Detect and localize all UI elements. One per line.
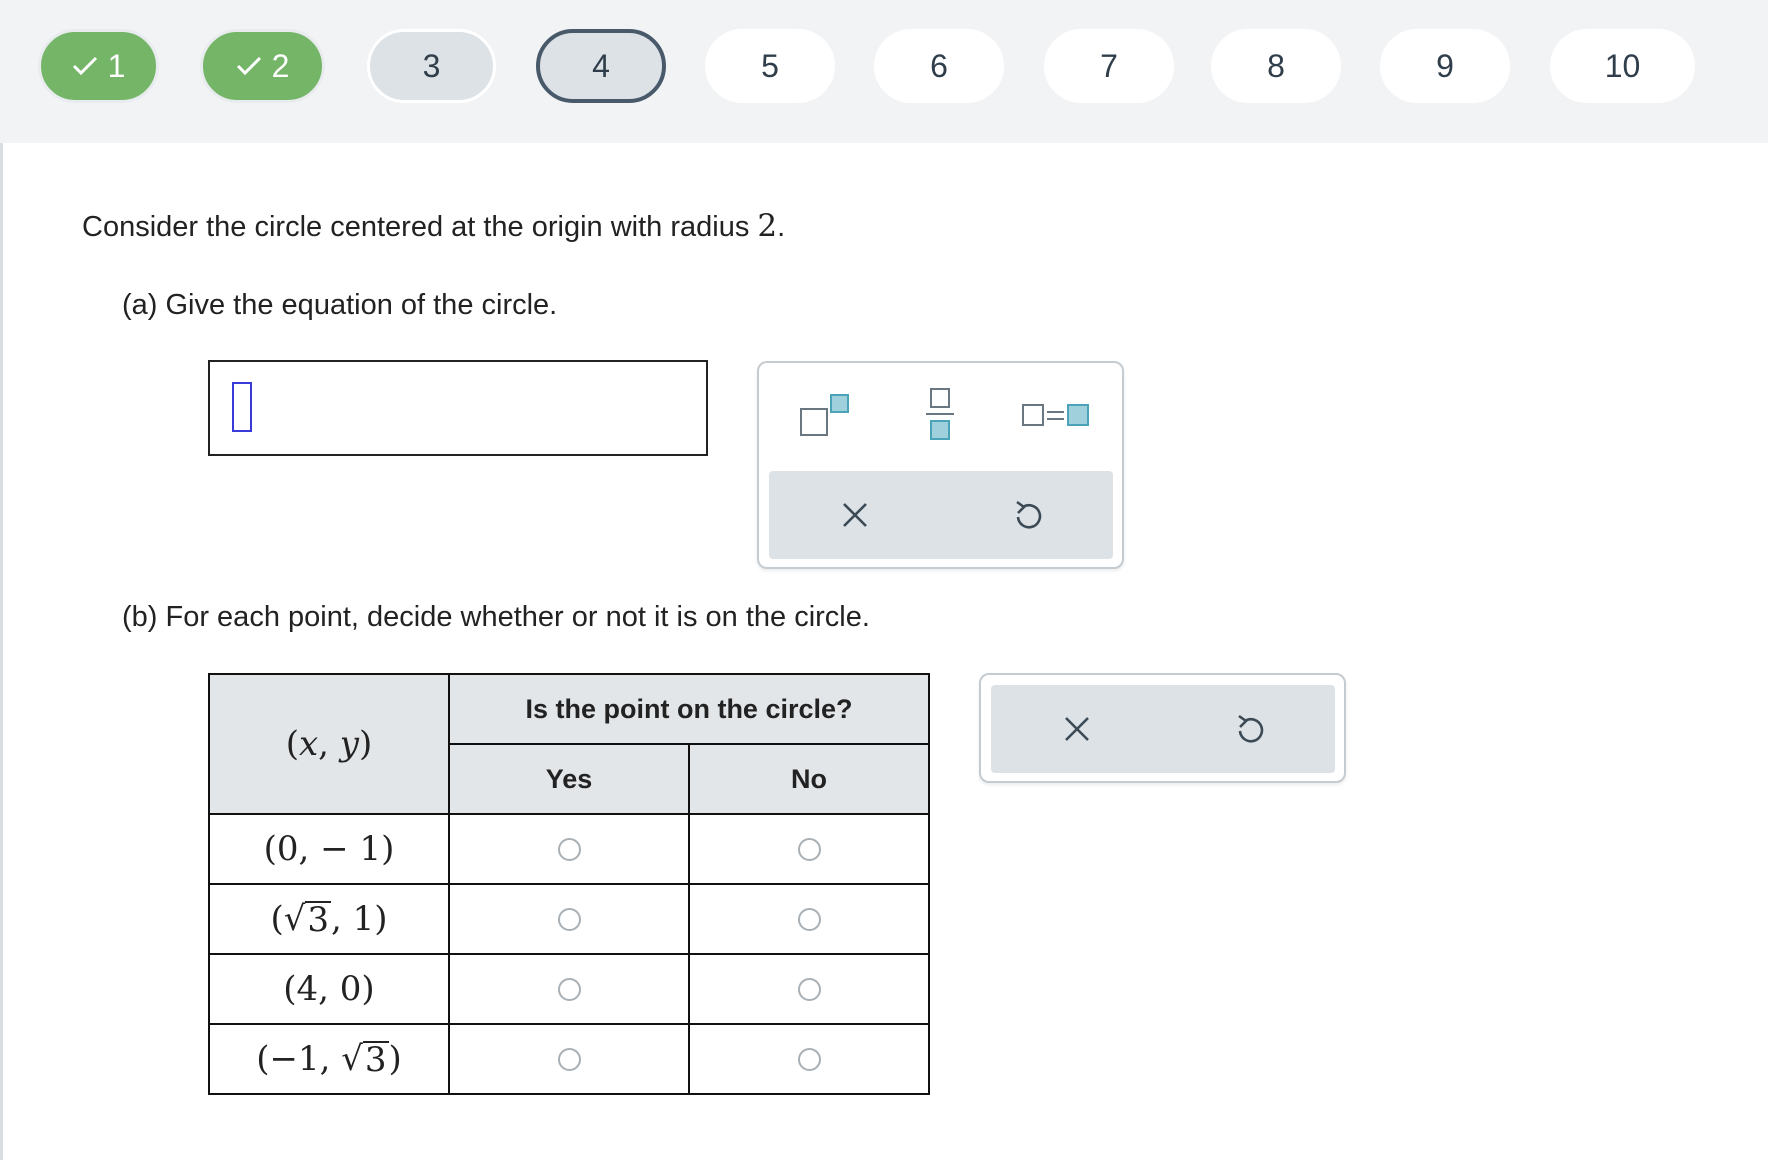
point-cell: (0, − 1) — [208, 813, 450, 885]
points-table: (x, y) Is the point on the circle? Yes N… — [208, 673, 930, 1095]
fraction-icon[interactable] — [924, 387, 956, 448]
yes-radio[interactable] — [557, 837, 581, 861]
stem-period: . — [777, 211, 786, 243]
yes-radio[interactable] — [557, 1047, 581, 1071]
check-icon — [236, 56, 262, 76]
nav-question-4[interactable]: 4 — [536, 29, 666, 103]
clear-icon[interactable] — [1063, 715, 1091, 748]
superscript-icon[interactable] — [799, 393, 853, 444]
nav-question-9[interactable]: 9 — [1380, 29, 1510, 103]
point-post: , 1) — [331, 899, 388, 939]
undo-icon[interactable] — [1235, 713, 1265, 750]
part-b-prompt: (b) For each point, decide whether or no… — [122, 601, 870, 633]
paren-open: ( — [285, 724, 299, 764]
point-cell: (−1, √ 3) — [208, 1023, 450, 1095]
no-radio[interactable] — [797, 907, 821, 931]
yes-cell — [448, 883, 690, 955]
nav-question-8[interactable]: 8 — [1211, 29, 1341, 103]
nav-label: 3 — [422, 47, 441, 84]
nav-question-10[interactable]: 10 — [1550, 29, 1695, 103]
no-radio[interactable] — [797, 1047, 821, 1071]
point-label: (4, 0) — [283, 969, 375, 1009]
nav-question-7[interactable]: 7 — [1044, 29, 1174, 103]
stem-text: Consider the circle centered at the orig… — [82, 211, 758, 243]
xy-header: (x, y) — [208, 673, 450, 815]
nav-label: 1 — [107, 47, 126, 84]
nav-label: 5 — [761, 47, 779, 84]
no-cell — [688, 883, 930, 955]
paren-close: ) — [359, 724, 373, 764]
nav-label: 4 — [592, 47, 610, 84]
point-label: (√ 3, 1) — [270, 899, 387, 939]
table-row: (√ 3, 1) — [208, 883, 930, 955]
no-column-header: No — [688, 743, 930, 815]
nav-question-3[interactable]: 3 — [367, 29, 496, 103]
part-a-prompt: (a) Give the equation of the circle. — [122, 289, 558, 321]
palette-action-bar — [769, 471, 1113, 559]
nav-question-2[interactable]: 2 — [200, 29, 325, 103]
radicand: 3 — [362, 1040, 389, 1081]
on-circle-header: Is the point on the circle? — [448, 673, 930, 745]
point-cell: (√ 3, 1) — [208, 883, 450, 955]
nav-question-1[interactable]: 1 — [38, 29, 159, 103]
nav-label: 9 — [1436, 47, 1454, 84]
table-row: (0, − 1) — [208, 813, 930, 885]
point-label: (0, − 1) — [263, 829, 395, 869]
yes-cell — [448, 953, 690, 1025]
clear-icon[interactable] — [841, 501, 869, 534]
question-stem: Consider the circle centered at the orig… — [82, 208, 785, 244]
no-radio[interactable] — [797, 977, 821, 1001]
no-cell — [688, 813, 930, 885]
yes-radio[interactable] — [557, 977, 581, 1001]
no-cell — [688, 1023, 930, 1095]
undo-icon[interactable] — [1013, 499, 1043, 536]
y-var: y — [339, 724, 360, 764]
comma: , — [318, 724, 340, 764]
nav-label: 6 — [930, 47, 948, 84]
equation-answer-input[interactable] — [208, 360, 708, 456]
table-action-bar — [991, 685, 1335, 773]
equals-icon[interactable] — [1021, 402, 1091, 435]
yes-radio[interactable] — [557, 907, 581, 931]
sqrt-expression: √ 3 — [341, 1039, 389, 1081]
table-row: (4, 0) — [208, 953, 930, 1025]
radical-sign: √ — [341, 1039, 363, 1079]
nav-label: 7 — [1100, 47, 1118, 84]
point-cell: (4, 0) — [208, 953, 450, 1025]
no-cell — [688, 953, 930, 1025]
yes-column-header: Yes — [448, 743, 690, 815]
point-post: ) — [388, 1039, 402, 1079]
radius-value: 2 — [757, 208, 778, 244]
point-pre: ( — [270, 899, 284, 939]
nav-label: 8 — [1267, 47, 1285, 84]
nav-question-5[interactable]: 5 — [705, 29, 835, 103]
yes-cell — [448, 1023, 690, 1095]
question-nav-bar: 1 2 3 4 5 6 7 8 9 10 — [0, 0, 1768, 143]
table-row: (−1, √ 3) — [208, 1023, 930, 1095]
sqrt-expression: √ 3 — [283, 899, 332, 941]
math-palette — [757, 361, 1124, 569]
radicand: 3 — [305, 900, 332, 941]
yes-cell — [448, 813, 690, 885]
left-rule — [0, 0, 3, 1160]
radical-sign: √ — [283, 899, 306, 939]
input-cursor — [232, 382, 252, 432]
table-palette — [979, 673, 1346, 783]
nav-label: 10 — [1604, 47, 1641, 84]
point-pre: (−1, — [256, 1039, 342, 1079]
check-icon — [72, 56, 98, 76]
nav-question-6[interactable]: 6 — [874, 29, 1004, 103]
x-var: x — [298, 724, 319, 764]
point-label: (−1, √ 3) — [256, 1039, 402, 1079]
no-radio[interactable] — [797, 837, 821, 861]
nav-label: 2 — [271, 47, 290, 84]
